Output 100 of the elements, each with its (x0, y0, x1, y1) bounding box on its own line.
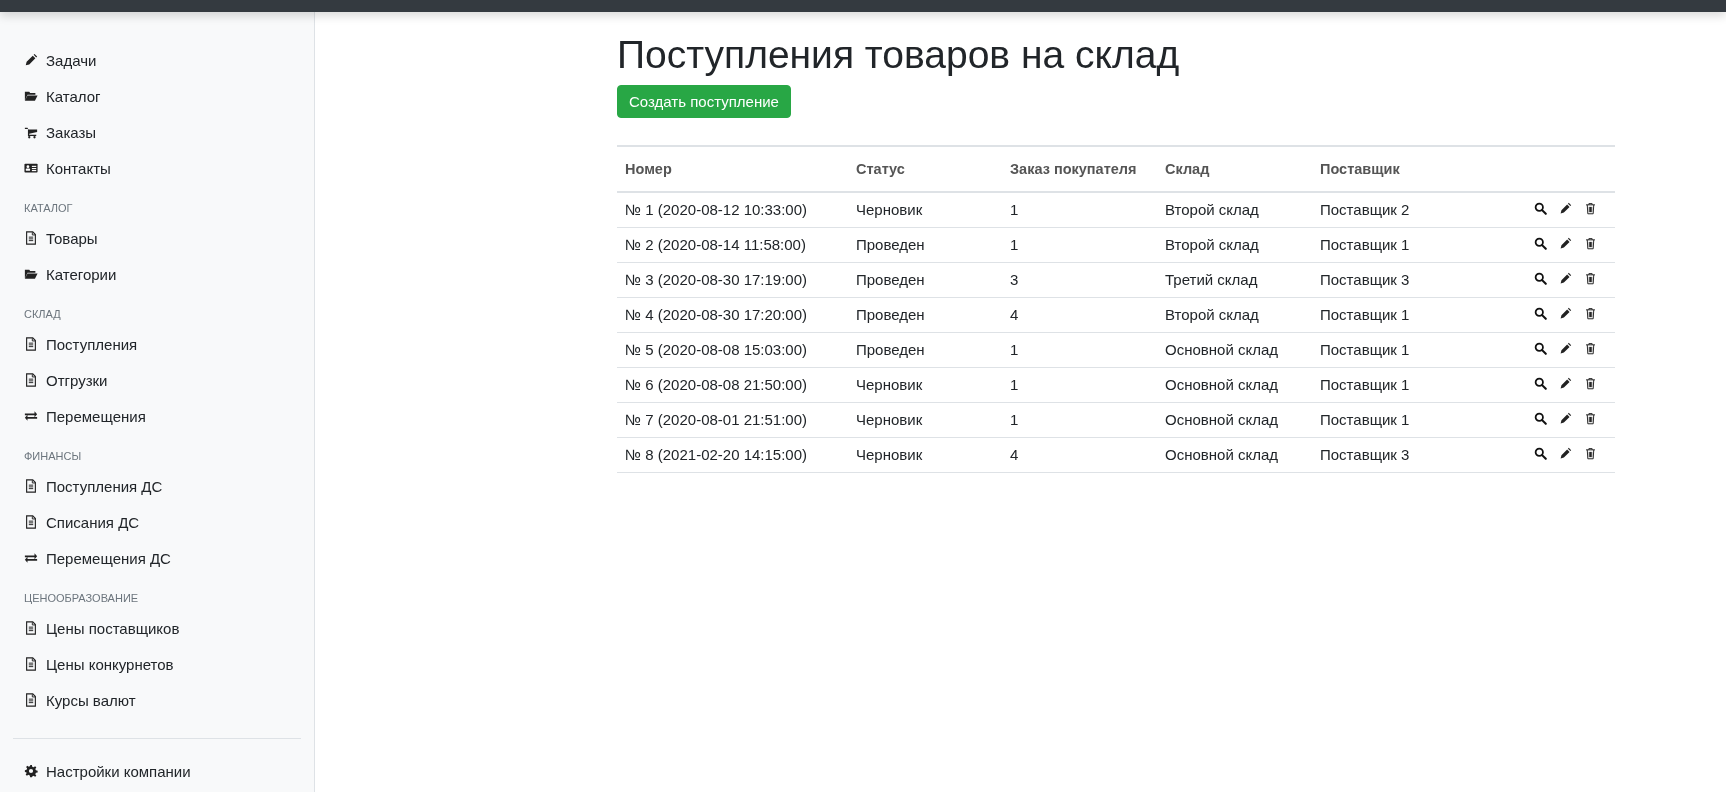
document-icon (24, 373, 38, 387)
table-cell: Поставщик 1 (1312, 402, 1498, 438)
document-icon (24, 621, 38, 635)
table-cell: № 3 (2020-08-30 17:19:00) (617, 262, 848, 298)
sidebar-item[interactable]: Товары (13, 220, 98, 256)
table-cell: № 8 (2021-02-20 14:15:00) (617, 437, 848, 473)
search-icon[interactable] (1534, 236, 1547, 250)
sidebar-item[interactable]: Контакты (13, 150, 111, 186)
search-icon[interactable] (1534, 201, 1547, 215)
pencil-icon[interactable] (1559, 411, 1572, 425)
column-header: Номер (617, 145, 848, 192)
sidebar-section-heading: ФИНАНСЫ (24, 450, 82, 462)
search-icon[interactable] (1534, 341, 1547, 355)
table-cell: Основной склад (1157, 402, 1312, 438)
table-cell: 1 (1002, 332, 1157, 368)
table-cell: Основной склад (1157, 367, 1312, 403)
pencil-icon[interactable] (1559, 271, 1572, 285)
table-cell: № 5 (2020-08-08 15:03:00) (617, 332, 848, 368)
pencil-icon[interactable] (1559, 341, 1572, 355)
folder-icon (24, 267, 38, 281)
table-cell: № 4 (2020-08-30 17:20:00) (617, 297, 848, 333)
sidebar-item[interactable]: Отгрузки (13, 362, 108, 398)
table-cell: Поставщик 1 (1312, 297, 1498, 333)
table-cell: Черновик (848, 437, 1002, 473)
document-icon (24, 515, 38, 529)
swap-arrows-icon (24, 409, 38, 423)
table-cell: 4 (1002, 297, 1157, 333)
page-title: Поступления товаров на склад (617, 32, 1181, 78)
table-cell: 1 (1002, 191, 1157, 228)
search-icon[interactable] (1534, 376, 1547, 390)
swap-arrows-icon (24, 551, 38, 565)
table-cell: Третий склад (1157, 262, 1312, 298)
table-cell: 3 (1002, 262, 1157, 298)
search-icon[interactable] (1534, 306, 1547, 320)
sidebar-item[interactable]: Цены конкурнетов (13, 646, 174, 682)
gear-icon (24, 764, 38, 778)
search-icon[interactable] (1534, 411, 1547, 425)
document-icon (24, 231, 38, 245)
sidebar-section-heading: ЦЕНООБРАЗОВАНИЕ (24, 592, 139, 604)
trash-icon[interactable] (1584, 341, 1597, 355)
sidebar-item[interactable]: Категории (13, 256, 117, 292)
pencil-icon (24, 53, 38, 67)
table-cell: № 1 (2020-08-12 10:33:00) (617, 191, 848, 228)
sidebar-item[interactable]: Каталог (13, 78, 101, 114)
folder-icon (24, 89, 38, 103)
trash-icon[interactable] (1584, 271, 1597, 285)
trash-icon[interactable] (1584, 236, 1597, 250)
table-cell: Основной склад (1157, 437, 1312, 473)
sidebar-item[interactable]: Перемещения (13, 398, 146, 434)
table-cell: № 7 (2020-08-01 21:51:00) (617, 402, 848, 438)
table-cell: Проведен (848, 297, 1002, 333)
sidebar-section-heading: КАТАЛОГ (24, 202, 73, 214)
sidebar-item[interactable]: Заказы (13, 114, 97, 150)
trash-icon[interactable] (1584, 411, 1597, 425)
table-cell: Поставщик 1 (1312, 367, 1498, 403)
table-cell: Черновик (848, 191, 1002, 228)
sidebar-item[interactable]: Цены поставщиков (13, 610, 180, 646)
table-cell: Второй склад (1157, 191, 1312, 228)
pencil-icon[interactable] (1559, 446, 1572, 460)
table-cell: Поставщик 3 (1312, 437, 1498, 473)
trash-icon[interactable] (1584, 201, 1597, 215)
table-cell: Поставщик 3 (1312, 262, 1498, 298)
table-cell: Поставщик 1 (1312, 332, 1498, 368)
table-cell: Основной склад (1157, 332, 1312, 368)
sidebar-item[interactable]: Задачи (13, 42, 97, 78)
pencil-icon[interactable] (1559, 306, 1572, 320)
sidebar-item[interactable]: Перемещения ДС (13, 540, 171, 576)
trash-icon[interactable] (1584, 306, 1597, 320)
table-cell: Проведен (848, 227, 1002, 263)
pencil-icon[interactable] (1559, 236, 1572, 250)
table-cell: Поставщик 1 (1312, 227, 1498, 263)
table-cell: № 2 (2020-08-14 11:58:00) (617, 227, 848, 263)
column-header: Поставщик (1312, 145, 1498, 192)
table-cell: Черновик (848, 367, 1002, 403)
sidebar-item[interactable]: Поступления (13, 326, 138, 362)
table-cell: № 6 (2020-08-08 21:50:00) (617, 367, 848, 403)
sidebar-item[interactable]: Списания ДС (13, 504, 140, 540)
column-header: Статус (848, 145, 1002, 192)
table-cell: 4 (1002, 437, 1157, 473)
search-icon[interactable] (1534, 271, 1547, 285)
pencil-icon[interactable] (1559, 201, 1572, 215)
table-cell: Второй склад (1157, 297, 1312, 333)
table-cell: 1 (1002, 402, 1157, 438)
search-icon[interactable] (1534, 446, 1547, 460)
table-cell: Второй склад (1157, 227, 1312, 263)
cart-icon (24, 125, 38, 139)
column-header: Заказ покупателя (1002, 145, 1157, 192)
trash-icon[interactable] (1584, 446, 1597, 460)
table-cell: 1 (1002, 367, 1157, 403)
sidebar-section-heading: СКЛАД (24, 308, 61, 320)
table-cell: Черновик (848, 402, 1002, 438)
sidebar-item[interactable]: Курсы валют (13, 682, 136, 718)
table-cell: Проведен (848, 332, 1002, 368)
pencil-icon[interactable] (1559, 376, 1572, 390)
document-icon (24, 693, 38, 707)
column-header: Склад (1157, 145, 1312, 192)
sidebar-item[interactable]: Настройки компании (13, 753, 191, 789)
trash-icon[interactable] (1584, 376, 1597, 390)
table-cell: 1 (1002, 227, 1157, 263)
sidebar-item[interactable]: Поступления ДС (13, 468, 163, 504)
